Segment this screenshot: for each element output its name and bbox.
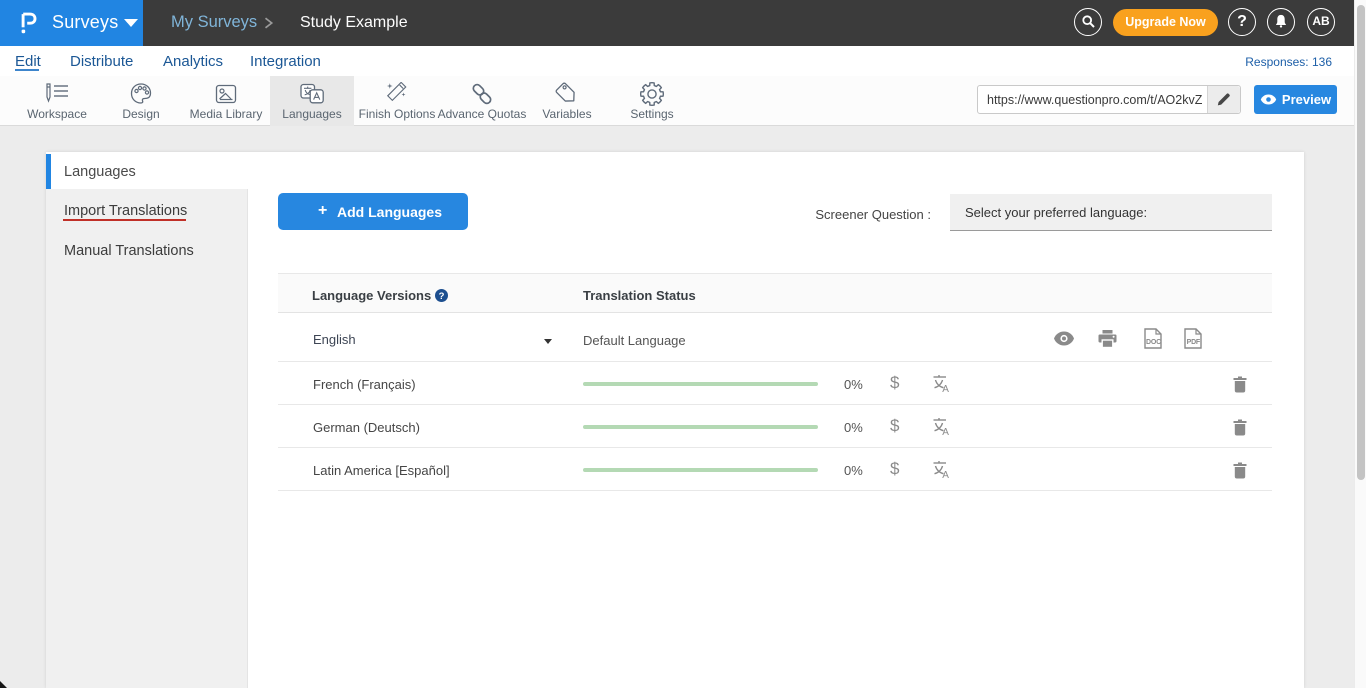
- svg-text:PDF: PDF: [1187, 339, 1201, 346]
- svg-text:?: ?: [438, 291, 444, 302]
- svg-text:A: A: [942, 427, 949, 435]
- svg-text:A: A: [942, 470, 949, 478]
- svg-text:DOC: DOC: [1146, 339, 1161, 346]
- svg-text:A: A: [942, 384, 949, 392]
